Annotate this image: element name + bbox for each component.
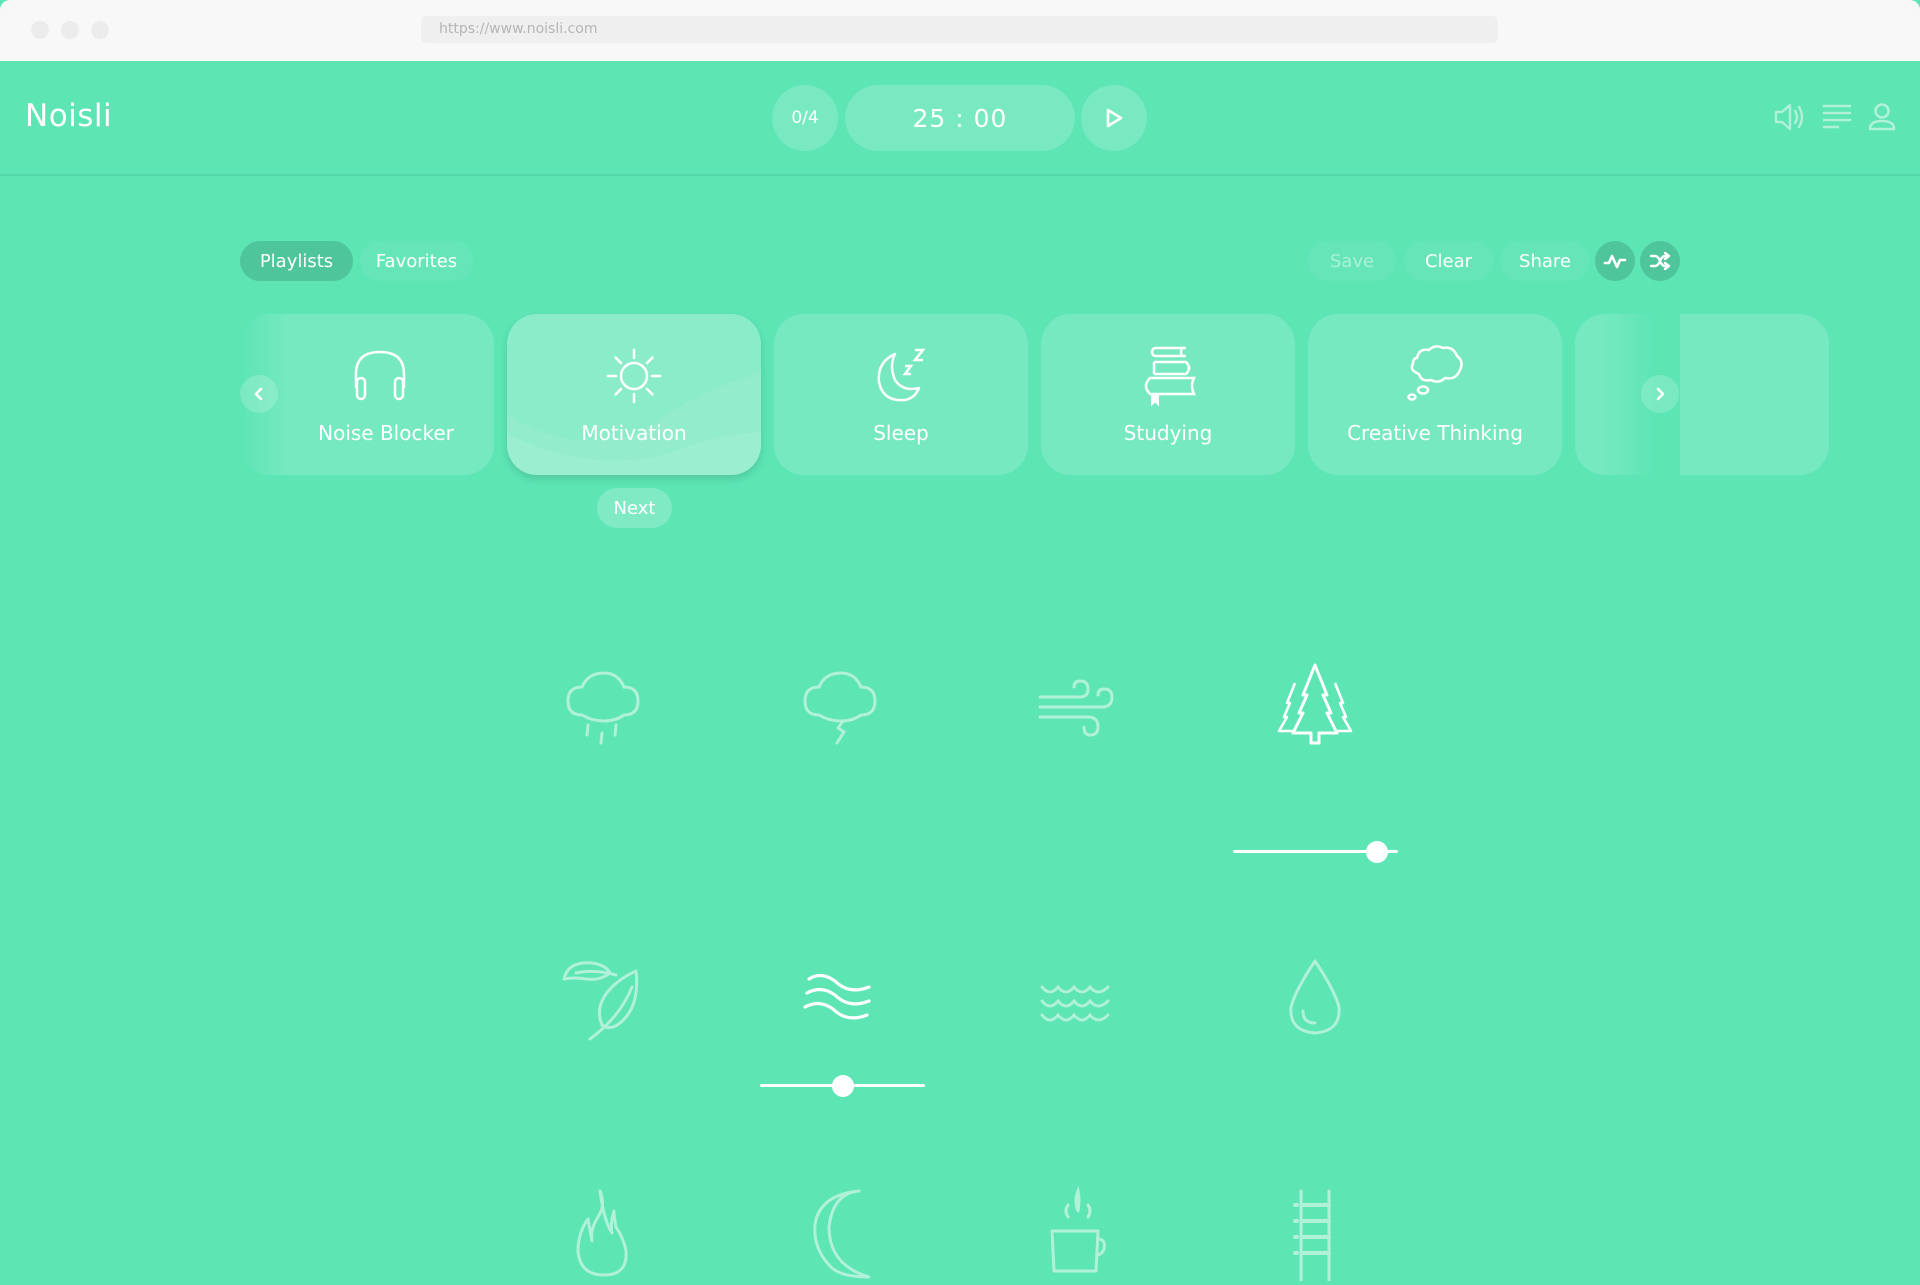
shuffle-button[interactable] [1640, 241, 1680, 281]
window-close-dot[interactable] [31, 21, 49, 39]
sound-wind[interactable] [1028, 655, 1128, 755]
water-stream-icon [803, 973, 871, 1020]
playlist-card-studying[interactable]: Studying [1041, 314, 1295, 475]
moon-zzz-icon [877, 348, 926, 402]
sound-seaside[interactable] [1028, 951, 1128, 1051]
logo[interactable]: Noisli [25, 98, 112, 134]
playlist-label: Studying [1123, 421, 1213, 445]
app: Noisli 0/4 25 : 00 Playlists Favorites S… [0, 61, 1920, 1283]
wind-icon [1038, 679, 1114, 737]
books-icon [1144, 346, 1197, 407]
volume-icon[interactable] [1772, 99, 1808, 135]
sound-train[interactable] [1265, 1181, 1365, 1283]
fire-icon [576, 1189, 628, 1277]
forest-icon [1277, 663, 1353, 745]
shuffle-icon [1649, 251, 1671, 271]
tab-favorites[interactable]: Favorites [360, 241, 473, 281]
save-button[interactable]: Save [1308, 241, 1396, 281]
leaves-icon [562, 961, 639, 1041]
water-drop-icon [1289, 959, 1341, 1035]
carousel-next-button[interactable] [1641, 375, 1679, 413]
window-minimize-dot[interactable] [61, 21, 79, 39]
sound-water-stream[interactable] [791, 951, 891, 1051]
moon-icon [813, 1189, 871, 1279]
window-maximize-dot[interactable] [91, 21, 109, 39]
playlist-label: Sleep [873, 421, 929, 445]
thunderstorm-icon [803, 671, 877, 745]
url-bar[interactable]: https://www.noisli.com [421, 16, 1498, 43]
tab-playlists[interactable]: Playlists [240, 241, 353, 281]
seaside-icon [1040, 984, 1110, 1022]
next-button[interactable]: Next [597, 488, 672, 528]
header: Noisli 0/4 25 : 00 [0, 61, 1920, 176]
chevron-right-icon [1656, 387, 1665, 401]
playlist-label: Creative Thinking [1347, 421, 1523, 445]
session-counter[interactable]: 0/4 [772, 85, 838, 151]
forest-volume-slider[interactable] [1233, 840, 1398, 864]
timer-display[interactable]: 25 : 00 [845, 85, 1075, 151]
sound-leaves[interactable] [554, 951, 654, 1051]
train-tracks-icon [1293, 1189, 1337, 1283]
play-icon [1106, 108, 1123, 128]
clear-button[interactable]: Clear [1404, 241, 1493, 281]
productivity-icon [1603, 254, 1627, 269]
browser-chrome: https://www.noisli.com [0, 0, 1920, 61]
sun-icon [606, 348, 662, 404]
carousel-prev-button[interactable] [240, 375, 278, 413]
slider-knob[interactable] [831, 1075, 854, 1097]
coffee-cup-icon [1050, 1185, 1106, 1273]
sound-fire[interactable] [554, 1181, 654, 1281]
slider-knob[interactable] [1365, 841, 1388, 863]
productivity-button[interactable] [1595, 241, 1635, 281]
thought-cloud-icon [1407, 345, 1463, 401]
headphones-icon [354, 350, 406, 401]
sound-summer-night[interactable] [791, 1181, 891, 1281]
sound-coffee-shop[interactable] [1028, 1181, 1128, 1281]
sound-water-drop[interactable] [1265, 951, 1365, 1051]
playlist-card-creative-thinking[interactable]: Creative Thinking [1308, 314, 1562, 475]
sound-rain[interactable] [554, 655, 654, 755]
sound-thunderstorm[interactable] [791, 655, 891, 755]
playlist-card-motivation[interactable]: Motivation [507, 314, 761, 475]
sound-forest[interactable] [1265, 655, 1365, 755]
water-stream-volume-slider[interactable] [760, 1074, 925, 1098]
chevron-left-icon [254, 387, 263, 401]
play-button[interactable] [1081, 85, 1147, 151]
menu-icon[interactable] [1819, 99, 1855, 135]
rain-icon [566, 671, 640, 745]
user-icon[interactable] [1864, 99, 1900, 135]
playlist-label: Motivation [581, 421, 687, 445]
share-button[interactable]: Share [1500, 241, 1590, 281]
playlist-card-sleep[interactable]: Sleep [774, 314, 1028, 475]
